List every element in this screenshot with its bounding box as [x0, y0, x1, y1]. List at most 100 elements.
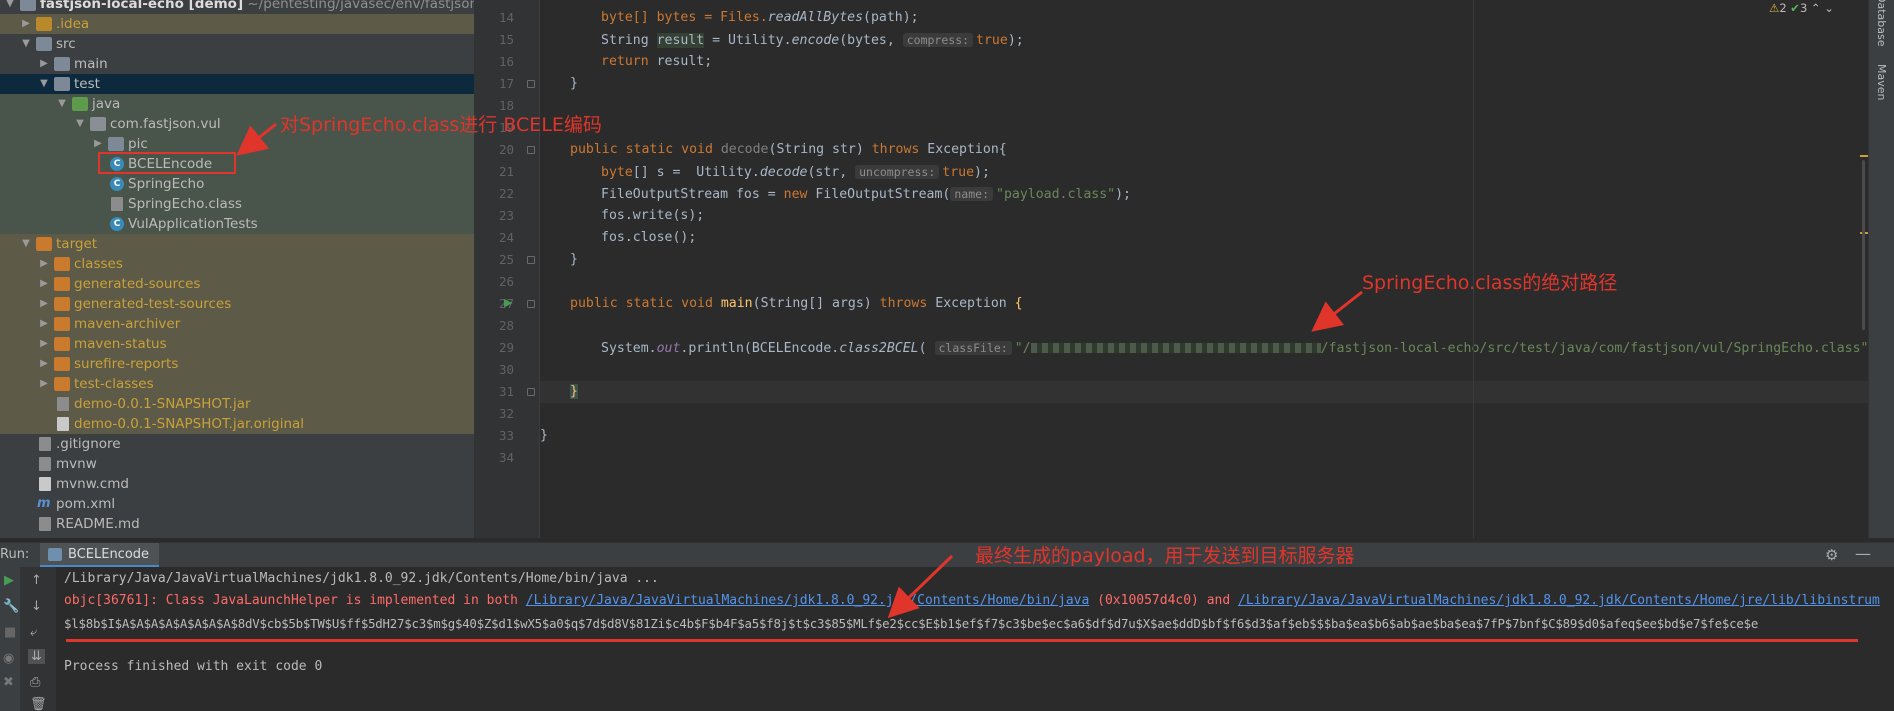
check-icon: ✔ [1790, 1, 1800, 15]
chevron-right-icon[interactable]: ▶ [20, 14, 32, 34]
code-token: decode [759, 165, 808, 180]
code-token: "/ [1014, 341, 1031, 356]
chevron-right-icon[interactable]: ▶ [38, 274, 50, 294]
chevron-down-icon[interactable]: ▼ [56, 94, 68, 114]
param-hint: uncompress: [855, 165, 940, 179]
tree-item-idea[interactable]: ▶ .idea [0, 14, 474, 34]
stripe-mark[interactable] [1860, 155, 1868, 157]
console-link[interactable]: /Library/Java/JavaVirtualMachines/jdk1.8… [526, 593, 1090, 608]
tree-item-classes[interactable]: ▶ classes [0, 254, 474, 274]
fold-marker-icon[interactable] [527, 388, 535, 396]
tree-item-springecho-class[interactable]: SpringEcho.class [0, 194, 474, 214]
package-icon [90, 117, 106, 131]
tree-item-mvnw[interactable]: mvnw [0, 454, 474, 474]
arrow-down-icon[interactable]: ↓ [31, 599, 42, 614]
tree-item-springecho[interactable]: C SpringEcho [0, 174, 474, 194]
scroll-to-end-icon[interactable]: ⇊ [28, 649, 45, 664]
chevron-right-icon[interactable]: ▶ [92, 134, 104, 154]
ide-window: ▼ fastjson-local-echo [demo] ~/pentestin… [0, 0, 1894, 711]
chevron-right-icon[interactable]: ▶ [38, 374, 50, 394]
tree-item-label: java [92, 96, 121, 112]
tree-item-readme[interactable]: README.md [0, 514, 474, 534]
tree-item-test[interactable]: ▼ test [0, 74, 474, 94]
line-number: 22 [498, 186, 514, 201]
line-number: 26 [498, 274, 514, 289]
stop-icon[interactable]: ■ [4, 625, 16, 640]
code-line-31: } [540, 381, 1868, 403]
run-tab[interactable]: BCELEncode [40, 543, 160, 567]
annotation-underline [66, 639, 1858, 642]
chevron-down-icon[interactable]: ⌄ [1824, 1, 1834, 15]
annotation-box [98, 152, 236, 174]
wrench-icon[interactable]: 🔧 [3, 599, 19, 614]
chevron-right-icon[interactable]: ▶ [38, 294, 50, 314]
tree-item-main[interactable]: ▶ main [0, 54, 474, 74]
database-tab[interactable]: Database [1875, 0, 1888, 47]
tree-item-target[interactable]: ▼ target [0, 234, 474, 254]
run-panel-header: Run: BCELEncode ⚙ — [0, 543, 1894, 567]
warning-count: 2 [1779, 1, 1787, 15]
tree-root[interactable]: ▼ fastjson-local-echo [demo] ~/pentestin… [0, 0, 474, 14]
chevron-down-icon[interactable]: ▼ [20, 234, 32, 254]
tree-item-label: SpringEcho.class [128, 196, 242, 212]
tree-item-src[interactable]: ▼ src [0, 34, 474, 54]
fold-marker-icon[interactable] [527, 300, 535, 308]
code-editor[interactable]: byte[] bytes = Files.readAllBytes(path);… [540, 0, 1868, 538]
code-line-22: FileOutputStream fos = new FileOutputStr… [540, 183, 1868, 205]
chevron-right-icon[interactable]: ▶ [38, 334, 50, 354]
chevron-up-icon[interactable]: ⌃ [1811, 1, 1821, 15]
run-toolbar-left: ▶ 🔧 ■ ◉ ✖ [0, 567, 20, 711]
minimize-icon[interactable]: — [1855, 544, 1871, 563]
chevron-down-icon[interactable]: ▼ [38, 74, 50, 94]
code-line-24: fos.close(); [601, 230, 697, 245]
chevron-down-icon[interactable]: ▼ [4, 0, 16, 14]
fold-marker-icon[interactable] [527, 80, 535, 88]
soft-wrap-icon[interactable]: ⤶ [30, 625, 37, 640]
code-line-33: } [540, 428, 548, 443]
tree-item-generated-sources[interactable]: ▶ generated-sources [0, 274, 474, 294]
print-icon[interactable]: ⎙ [30, 675, 40, 690]
run-gutter-icon[interactable]: ▶ [504, 296, 512, 309]
maven-tab[interactable]: Maven [1875, 64, 1888, 100]
gear-icon[interactable]: ⚙ [1825, 546, 1838, 564]
fold-marker-icon[interactable] [527, 146, 535, 154]
chevron-right-icon[interactable]: ▶ [38, 254, 50, 274]
trash-icon[interactable]: 🗑 [30, 697, 47, 711]
code-token: FileOutputStream fos = [601, 187, 784, 202]
chevron-right-icon[interactable]: ▶ [38, 314, 50, 334]
tree-item-bcelencode[interactable]: C BCELEncode [0, 154, 474, 174]
inspection-indicator[interactable]: ⚠2 ✔3 ⌃ ⌄ [1769, 0, 1834, 16]
fold-marker-icon[interactable] [527, 256, 535, 264]
scrollbar[interactable] [1862, 160, 1865, 330]
tree-item-maven-archiver[interactable]: ▶ maven-archiver [0, 314, 474, 334]
chevron-down-icon[interactable]: ▼ [20, 34, 32, 54]
tree-item-gitignore[interactable]: .gitignore [0, 434, 474, 454]
tree-item-jar[interactable]: demo-0.0.1-SNAPSHOT.jar [0, 394, 474, 414]
tree-item-mvnw-cmd[interactable]: mvnw.cmd [0, 474, 474, 494]
tree-item-pom[interactable]: m pom.xml [0, 494, 474, 514]
code-line-15: String result = Utility.encode(bytes, co… [540, 29, 1868, 51]
console-line-exit: Process finished with exit code 0 [64, 659, 323, 674]
tree-item-vulapplicationtests[interactable]: C VulApplicationTests [0, 214, 474, 234]
warning-icon: ⚠ [1769, 1, 1780, 15]
tree-item-surefire-reports[interactable]: ▶ surefire-reports [0, 354, 474, 374]
class-file-icon [111, 197, 123, 211]
error-stripe[interactable] [1860, 0, 1868, 538]
close-icon[interactable]: ✖ [3, 675, 14, 690]
code-line-17: } [570, 76, 578, 91]
chevron-right-icon[interactable]: ▶ [38, 354, 50, 374]
arrow-up-icon[interactable]: ↑ [31, 573, 42, 588]
tree-item-label: SpringEcho [128, 176, 205, 192]
camera-icon[interactable]: ◉ [3, 651, 14, 666]
tree-item-pic[interactable]: ▶ pic [0, 134, 474, 154]
line-number: 28 [498, 318, 514, 333]
chevron-right-icon[interactable]: ▶ [38, 54, 50, 74]
console-link[interactable]: /Library/Java/JavaVirtualMachines/jdk1.8… [1238, 593, 1880, 608]
chevron-down-icon[interactable]: ▼ [74, 114, 86, 134]
tree-item-maven-status[interactable]: ▶ maven-status [0, 334, 474, 354]
editor-gutter[interactable]: 14 15 16 17 18 19 20 21 22 23 24 25 26 2… [474, 0, 540, 538]
rerun-icon[interactable]: ▶ [4, 573, 14, 588]
tree-item-jar-original[interactable]: demo-0.0.1-SNAPSHOT.jar.original [0, 414, 474, 434]
tree-item-generated-test-sources[interactable]: ▶ generated-test-sources [0, 294, 474, 314]
tree-item-test-classes[interactable]: ▶ test-classes [0, 374, 474, 394]
